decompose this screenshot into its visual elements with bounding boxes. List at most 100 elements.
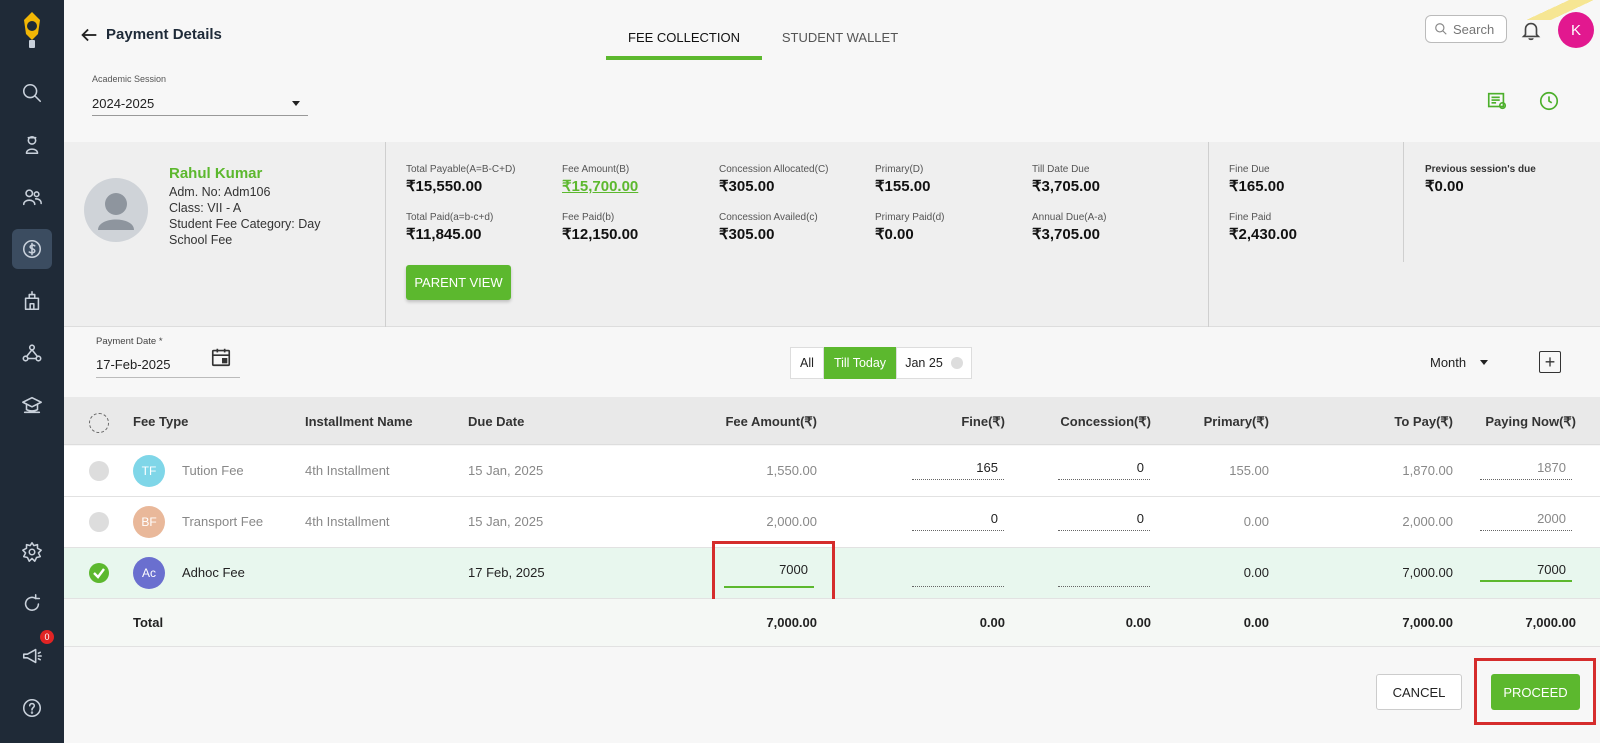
fee-type: Tution Fee	[182, 463, 244, 478]
fee-paid-label: Fee Paid(b)	[562, 212, 615, 223]
fee-type: Transport Fee	[182, 514, 264, 529]
filter-till-today[interactable]: Till Today	[824, 347, 896, 379]
installment-name: 4th Installment	[305, 463, 390, 478]
tab-fee-collection[interactable]: FEE COLLECTION	[606, 30, 762, 60]
fee-amount: 2,000.00	[766, 514, 817, 529]
divider	[385, 142, 386, 327]
app-logo-icon	[24, 12, 40, 48]
concession-allocated-label: Concession Allocated(C)	[719, 164, 829, 175]
student-summary-panel	[64, 142, 1600, 327]
calendar-icon[interactable]	[210, 346, 232, 368]
col-due-date: Due Date	[468, 414, 525, 429]
divider	[1208, 142, 1209, 327]
row-select-checkbox-checked[interactable]	[89, 563, 109, 583]
bell-icon[interactable]	[1520, 18, 1542, 42]
filter-jan-25[interactable]: Jan 25	[896, 347, 972, 379]
primary-paid-value: ₹0.00	[875, 226, 914, 243]
total-concession: 0.00	[1125, 615, 1151, 630]
annual-due-value: ₹3,705.00	[1032, 226, 1100, 243]
proceed-button[interactable]: PROCEED	[1491, 674, 1580, 710]
col-fee-type: Fee Type	[133, 414, 189, 429]
graduation-icon[interactable]	[12, 385, 52, 425]
total-to-pay: 7,000.00	[1402, 615, 1453, 630]
fine-input[interactable]: 0	[912, 511, 1004, 531]
fee-amount-link[interactable]: ₹15,700.00	[562, 177, 638, 195]
col-fine: Fine(₹)	[961, 414, 1005, 429]
history-clock-icon[interactable]	[1538, 90, 1560, 112]
total-payable-label: Total Payable(A=B-C+D)	[406, 164, 516, 175]
search-icon	[1435, 23, 1447, 35]
notification-count-badge: 0	[40, 630, 54, 644]
installment-name: 4th Installment	[305, 514, 390, 529]
paying-now-input[interactable]: 7000	[1480, 562, 1572, 582]
chevron-down-icon	[292, 101, 300, 106]
announcement-icon[interactable]: 0	[12, 630, 54, 676]
help-icon[interactable]	[12, 688, 52, 728]
due-date: 17 Feb, 2025	[468, 565, 545, 580]
paying-now-input[interactable]: 2000	[1480, 511, 1572, 531]
row-select-checkbox[interactable]	[89, 512, 109, 532]
concession-availed-label: Concession Availed(c)	[719, 212, 818, 223]
previous-session-due-label: Previous session's due	[1425, 164, 1536, 175]
filter-all[interactable]: All	[790, 347, 824, 379]
col-primary: Primary(₹)	[1203, 414, 1269, 429]
student-avatar	[84, 178, 148, 242]
academic-session-select[interactable]: 2024-2025	[92, 92, 308, 116]
to-pay-amount: 7,000.00	[1402, 565, 1453, 580]
concession-input[interactable]	[1058, 567, 1150, 587]
period-select[interactable]: Month	[1430, 355, 1496, 370]
search-box[interactable]	[1425, 15, 1507, 43]
row-select-checkbox[interactable]	[89, 461, 109, 481]
refresh-icon[interactable]	[12, 584, 52, 624]
primary-amount: 0.00	[1243, 565, 1269, 580]
search-icon[interactable]	[12, 73, 52, 113]
network-icon[interactable]	[12, 333, 52, 373]
to-pay-amount: 2,000.00	[1402, 514, 1453, 529]
settings-icon[interactable]	[12, 532, 52, 572]
users-icon[interactable]	[12, 177, 52, 217]
select-all-checkbox[interactable]	[89, 413, 109, 433]
user-avatar[interactable]: K	[1558, 12, 1594, 48]
divider	[1403, 142, 1404, 262]
till-date-due-value: ₹3,705.00	[1032, 178, 1100, 195]
page-title: Payment Details	[106, 26, 222, 43]
parent-view-button[interactable]: PARENT VIEW	[406, 265, 511, 300]
primary-value: ₹155.00	[875, 178, 931, 195]
total-paid-value: ₹11,845.00	[406, 226, 482, 243]
concession-allocated-value: ₹305.00	[719, 178, 775, 195]
fee-dollar-icon[interactable]	[12, 229, 52, 269]
check-icon	[93, 568, 105, 579]
fee-amount-input[interactable]: 7000	[724, 562, 814, 588]
primary-label: Primary(D)	[875, 164, 924, 175]
building-icon[interactable]	[12, 281, 52, 321]
back-arrow-icon[interactable]	[78, 24, 100, 46]
total-fee-amount: 7,000.00	[766, 615, 817, 630]
paying-now-input[interactable]: 1870	[1480, 460, 1572, 480]
cancel-button[interactable]: CANCEL	[1376, 674, 1462, 710]
fine-input[interactable]: 165	[912, 460, 1004, 480]
tab-student-wallet[interactable]: STUDENT WALLET	[772, 30, 908, 60]
fine-paid-value: ₹2,430.00	[1229, 226, 1297, 243]
search-input[interactable]	[1453, 21, 1505, 37]
col-installment-name: Installment Name	[305, 414, 413, 429]
add-fee-button[interactable]: +	[1539, 351, 1561, 373]
receipt-report-icon[interactable]	[1486, 90, 1508, 112]
student-fee-category-cont: School Fee	[169, 233, 233, 247]
total-primary: 0.00	[1243, 615, 1269, 630]
primary-amount: 155.00	[1229, 463, 1269, 478]
concession-input[interactable]: 0	[1058, 460, 1150, 480]
student-name[interactable]: Rahul Kumar	[169, 165, 262, 182]
concession-input[interactable]: 0	[1058, 511, 1150, 531]
academic-session-label: Academic Session	[92, 74, 167, 84]
filter-jan-25-label: Jan 25	[905, 356, 943, 370]
student-class: Class: VII - A	[169, 201, 242, 215]
fee-initial-avatar: TF	[133, 455, 165, 487]
fine-input[interactable]	[912, 567, 1004, 587]
to-pay-amount: 1,870.00	[1402, 463, 1453, 478]
fee-initial-avatar: BF	[133, 506, 165, 538]
col-to-pay: To Pay(₹)	[1394, 414, 1453, 429]
student-icon[interactable]	[12, 125, 52, 165]
academic-session-value: 2024-2025	[92, 96, 155, 111]
toggle-dot-icon	[950, 357, 963, 369]
fee-amount: 1,550.00	[766, 463, 817, 478]
